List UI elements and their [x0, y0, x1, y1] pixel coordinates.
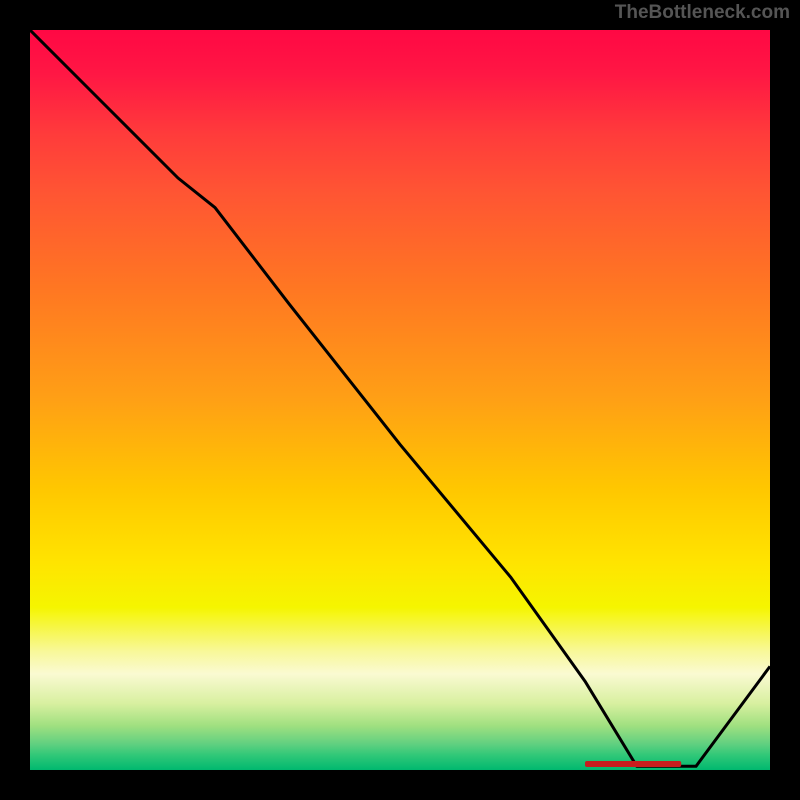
- attribution-text: TheBottleneck.com: [615, 2, 790, 24]
- chart-plot-area: [30, 30, 770, 770]
- bottleneck-curve-path: [30, 30, 770, 766]
- optimal-range-bar: [585, 761, 681, 767]
- bottleneck-curve-svg: [30, 30, 770, 770]
